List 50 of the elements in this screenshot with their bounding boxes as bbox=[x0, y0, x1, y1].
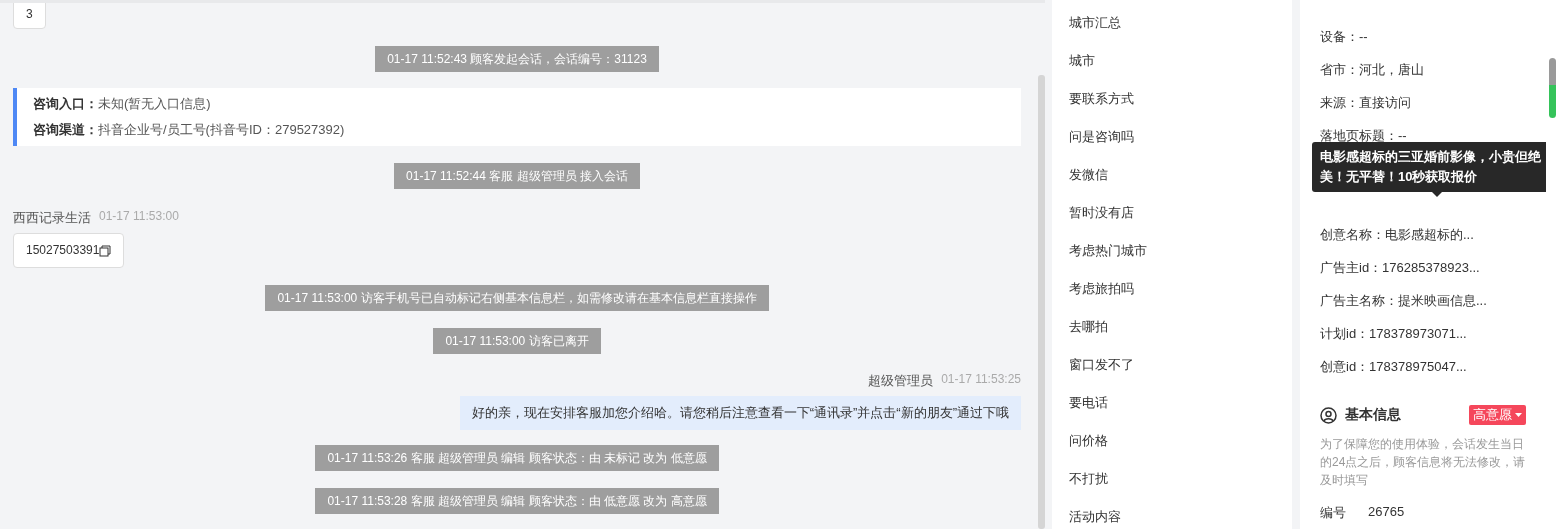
message-time: 01-17 11:53:25 bbox=[941, 372, 1021, 388]
quick-reply-item[interactable]: 问价格 bbox=[1052, 422, 1292, 460]
info-row-text: 广告主id：176285378923... bbox=[1320, 258, 1481, 277]
system-message: 01-17 11:53:00 访客手机号已自动标记右侧基本信息栏，如需修改请在基本信息栏直接操作 bbox=[265, 285, 769, 311]
quick-reply-item[interactable]: 窗口发不了 bbox=[1052, 346, 1292, 384]
scrollbar-thumb[interactable] bbox=[1549, 58, 1556, 118]
info-row-text: 计划id：178378973071... bbox=[1320, 324, 1468, 343]
hint-text: 为了保障您的使用体验，会话发生当日的24点之后，顾客信息将无法修改，请及时填写 bbox=[1320, 436, 1526, 489]
source-line: 咨询渠道：抖音企业号/员工号(抖音号ID：279527392) bbox=[33, 121, 346, 139]
section-title: 基本信息 bbox=[1345, 406, 1402, 424]
tooltip: 电影感超标的三亚婚前影像，小贵但绝美！无平替！10秒获取报价 bbox=[1312, 142, 1546, 192]
quick-reply-item[interactable]: 发微信 bbox=[1052, 156, 1292, 194]
quick-reply-item[interactable]: 要联系方式 bbox=[1052, 80, 1292, 118]
message-bubble: 3 bbox=[13, 3, 46, 29]
message-time: 01-17 11:53:00 bbox=[99, 209, 179, 225]
phone-number: 15027503391 bbox=[26, 242, 100, 259]
caret-icon bbox=[1515, 413, 1522, 417]
field-value: 26765 bbox=[1368, 504, 1405, 521]
quick-reply-item[interactable]: 考虑热门城市 bbox=[1052, 232, 1292, 270]
system-message: 01-17 11:53:28 客服 超级管理员 编辑 顾客状态：由 低意愿 改为 高意愿 bbox=[315, 488, 719, 514]
system-message: 01-17 11:52:44 客服 超级管理员 接入会话 bbox=[394, 163, 640, 189]
tooltip-arrow-icon bbox=[1432, 192, 1442, 197]
quick-reply-item[interactable]: 要电话 bbox=[1052, 384, 1292, 422]
system-message: 01-17 11:52:43 顾客发起会话，会话编号：31123 bbox=[375, 46, 659, 72]
message-bubble: 好的亲，现在安排客服加您介绍哈。请您稍后注意查看一下“通讯录”并点击“新的朋友”通过下哦 bbox=[459, 396, 1021, 430]
field-label: 编号 bbox=[1320, 504, 1346, 522]
user-icon bbox=[1320, 406, 1337, 424]
quick-reply-item[interactable]: 暂时没有店 bbox=[1052, 194, 1292, 232]
info-row-text: 设备：-- bbox=[1320, 27, 1369, 46]
scrollbar[interactable] bbox=[1038, 75, 1045, 529]
quick-reply-item[interactable]: 问是咨询吗 bbox=[1052, 118, 1292, 156]
quick-reply-item[interactable]: 城市汇总 bbox=[1052, 4, 1292, 42]
info-row-text: 创意id：178378975047... bbox=[1320, 357, 1468, 376]
quick-reply-item[interactable]: 活动内容 bbox=[1052, 498, 1292, 529]
system-message: 01-17 11:53:00 访客已离开 bbox=[433, 328, 601, 354]
quick-reply-item[interactable]: 去哪拍 bbox=[1052, 308, 1292, 346]
quick-reply-item[interactable]: 不打扰 bbox=[1052, 460, 1292, 498]
sender-name: 西西记录生活 bbox=[13, 209, 91, 227]
info-row-text: 省市：河北，唐山 bbox=[1320, 60, 1425, 79]
copy-icon[interactable] bbox=[99, 244, 112, 257]
info-row-text: 落地页标题：-- bbox=[1320, 126, 1408, 145]
sender-name: 超级管理员 bbox=[868, 372, 934, 390]
info-row-text: 创意名称：电影感超标的... bbox=[1320, 225, 1475, 244]
info-row-text: 来源：直接访问 bbox=[1320, 93, 1412, 112]
info-row-text: 广告主名称：提米映画信息... bbox=[1320, 291, 1488, 310]
status-dropdown[interactable]: 高意愿 bbox=[1469, 405, 1526, 425]
quick-reply-item[interactable]: 城市 bbox=[1052, 42, 1292, 80]
source-line: 咨询入口：未知(暂无入口信息) bbox=[33, 95, 212, 113]
quick-reply-item[interactable]: 考虑旅拍吗 bbox=[1052, 270, 1292, 308]
system-message: 01-17 11:53:26 客服 超级管理员 编辑 顾客状态：由 未标记 改为 低意愿 bbox=[315, 445, 719, 471]
